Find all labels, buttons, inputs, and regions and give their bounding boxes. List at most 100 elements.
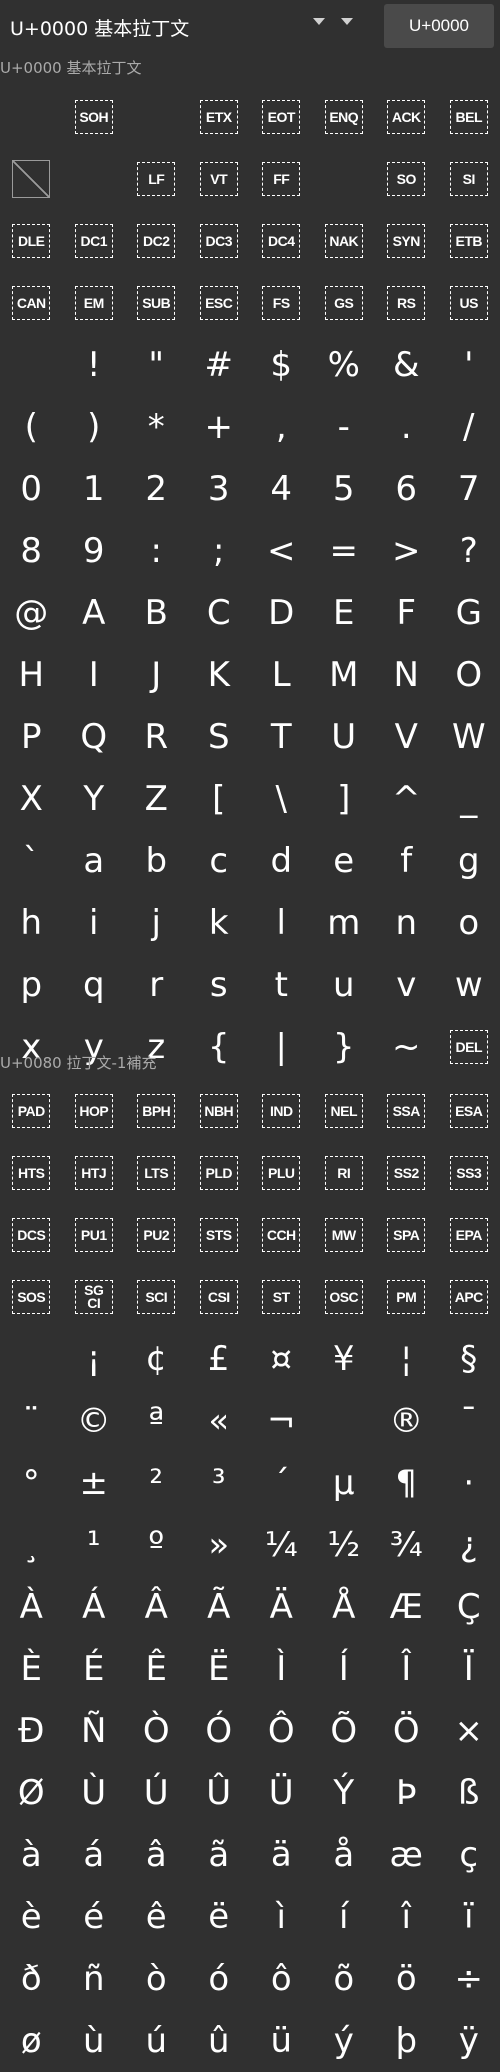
glyph-cell[interactable]: US [438,272,500,334]
glyph-cell[interactable]: j [125,892,188,954]
glyph-cell[interactable]: ø [0,2010,63,2072]
glyph-cell[interactable]: OSC [313,1266,376,1328]
glyph-cell[interactable] [0,334,63,396]
glyph-cell[interactable]: ç [438,1824,500,1886]
glyph-cell[interactable]: ] [313,768,376,830]
glyph-cell[interactable]: EOT [250,86,313,148]
glyph-cell[interactable]: r [125,954,188,1016]
glyph-cell[interactable]: DCS [0,1204,63,1266]
glyph-cell[interactable]: DC2 [125,210,188,272]
glyph-cell[interactable]: ¢ [125,1328,188,1390]
glyph-cell[interactable]: Ñ [63,1700,126,1762]
glyph-cell[interactable]: p [0,954,63,1016]
glyph-cell[interactable]: Z [125,768,188,830]
glyph-cell[interactable]: ô [250,1948,313,2010]
glyph-cell[interactable]: Ô [250,1700,313,1762]
glyph-cell[interactable]: m [313,892,376,954]
glyph-cell[interactable]: ! [63,334,126,396]
block-select[interactable]: U+0000 基本拉丁文 [10,14,189,41]
glyph-cell[interactable]: Â [125,1576,188,1638]
glyph-cell[interactable]: M [313,644,376,706]
glyph-cell[interactable]: s [188,954,251,1016]
glyph-cell[interactable]: Õ [313,1700,376,1762]
glyph-cell[interactable]: ? [438,520,500,582]
glyph-cell[interactable]: HOP [63,1080,126,1142]
glyph-cell[interactable]: d [250,830,313,892]
glyph-cell[interactable]: ( [0,396,63,458]
glyph-cell[interactable]: ì [250,1886,313,1948]
glyph-cell[interactable]: , [250,396,313,458]
glyph-cell[interactable]: w [438,954,500,1016]
glyph-cell[interactable]: RS [375,272,438,334]
glyph-cell[interactable]: h [0,892,63,954]
glyph-cell[interactable]: MW [313,1204,376,1266]
glyph-cell[interactable]: DEL [438,1016,500,1078]
glyph-cell[interactable]: * [125,396,188,458]
glyph-cell[interactable]: / [438,396,500,458]
glyph-cell[interactable]: ¿ [438,1514,500,1576]
glyph-cell[interactable]: » [188,1514,251,1576]
glyph-cell[interactable]: ² [125,1452,188,1514]
glyph-cell[interactable]: " [125,334,188,396]
glyph-cell[interactable]: ò [125,1948,188,2010]
chevron-down-icon[interactable] [341,18,353,25]
glyph-cell[interactable]: CCH [250,1204,313,1266]
glyph-cell[interactable]: ß [438,1762,500,1824]
glyph-cell[interactable]: X [0,768,63,830]
glyph-cell[interactable]: 1 [63,458,126,520]
glyph-cell[interactable]: : [125,520,188,582]
glyph-cell[interactable]: · [438,1452,500,1514]
glyph-cell[interactable]: T [250,706,313,768]
glyph-cell[interactable]: Ò [125,1700,188,1762]
glyph-cell[interactable]: = [313,520,376,582]
glyph-cell[interactable]: S [188,706,251,768]
glyph-cell[interactable]: Ø [0,1762,63,1824]
glyph-cell[interactable]: LTS [125,1142,188,1204]
glyph-cell[interactable]: PU1 [63,1204,126,1266]
glyph-cell[interactable]: EM [63,272,126,334]
glyph-cell[interactable]: õ [313,1948,376,2010]
glyph-cell[interactable]: N [375,644,438,706]
glyph-cell[interactable]: & [375,334,438,396]
glyph-cell[interactable]: BPH [125,1080,188,1142]
glyph-cell[interactable]: Q [63,706,126,768]
glyph-cell[interactable]: Ê [125,1638,188,1700]
glyph-cell[interactable]: SG CI [63,1266,126,1328]
glyph-cell[interactable]: Ä [250,1576,313,1638]
glyph-cell[interactable]: . [375,396,438,458]
glyph-cell[interactable]: % [313,334,376,396]
glyph-cell[interactable]: SI [438,148,500,210]
glyph-cell[interactable]: DLE [0,210,63,272]
glyph-cell[interactable]: NEL [313,1080,376,1142]
glyph-cell[interactable]: Å [313,1576,376,1638]
glyph-cell[interactable]: µ [313,1452,376,1514]
glyph-cell[interactable]: ± [63,1452,126,1514]
glyph-cell[interactable]: ` [0,830,63,892]
glyph-cell[interactable]: W [438,706,500,768]
glyph-cell[interactable]: > [375,520,438,582]
glyph-cell[interactable]: ® [375,1390,438,1452]
glyph-cell[interactable]: º [125,1514,188,1576]
glyph-cell[interactable]: U [313,706,376,768]
glyph-cell[interactable]: ó [188,1948,251,2010]
glyph-cell[interactable]: PU2 [125,1204,188,1266]
glyph-cell[interactable]: Á [63,1576,126,1638]
glyph-cell[interactable]: HTJ [63,1142,126,1204]
glyph-cell[interactable]: ESC [188,272,251,334]
glyph-cell[interactable]: à [0,1824,63,1886]
glyph-cell[interactable]: H [0,644,63,706]
glyph-cell[interactable]: GS [313,272,376,334]
glyph-cell[interactable]: ï [438,1886,500,1948]
glyph-cell[interactable]: CSI [188,1266,251,1328]
glyph-cell[interactable]: SUB [125,272,188,334]
glyph-cell[interactable]: VT [188,148,251,210]
glyph-cell[interactable]: HTS [0,1142,63,1204]
glyph-cell[interactable]: ã [188,1824,251,1886]
glyph-cell[interactable]: ¹ [63,1514,126,1576]
glyph-cell[interactable]: SO [375,148,438,210]
glyph-cell[interactable]: Û [188,1762,251,1824]
glyph-cell[interactable]: NAK [313,210,376,272]
glyph-cell[interactable]: Ö [375,1700,438,1762]
glyph-cell[interactable]: À [0,1576,63,1638]
glyph-cell[interactable]: J [125,644,188,706]
